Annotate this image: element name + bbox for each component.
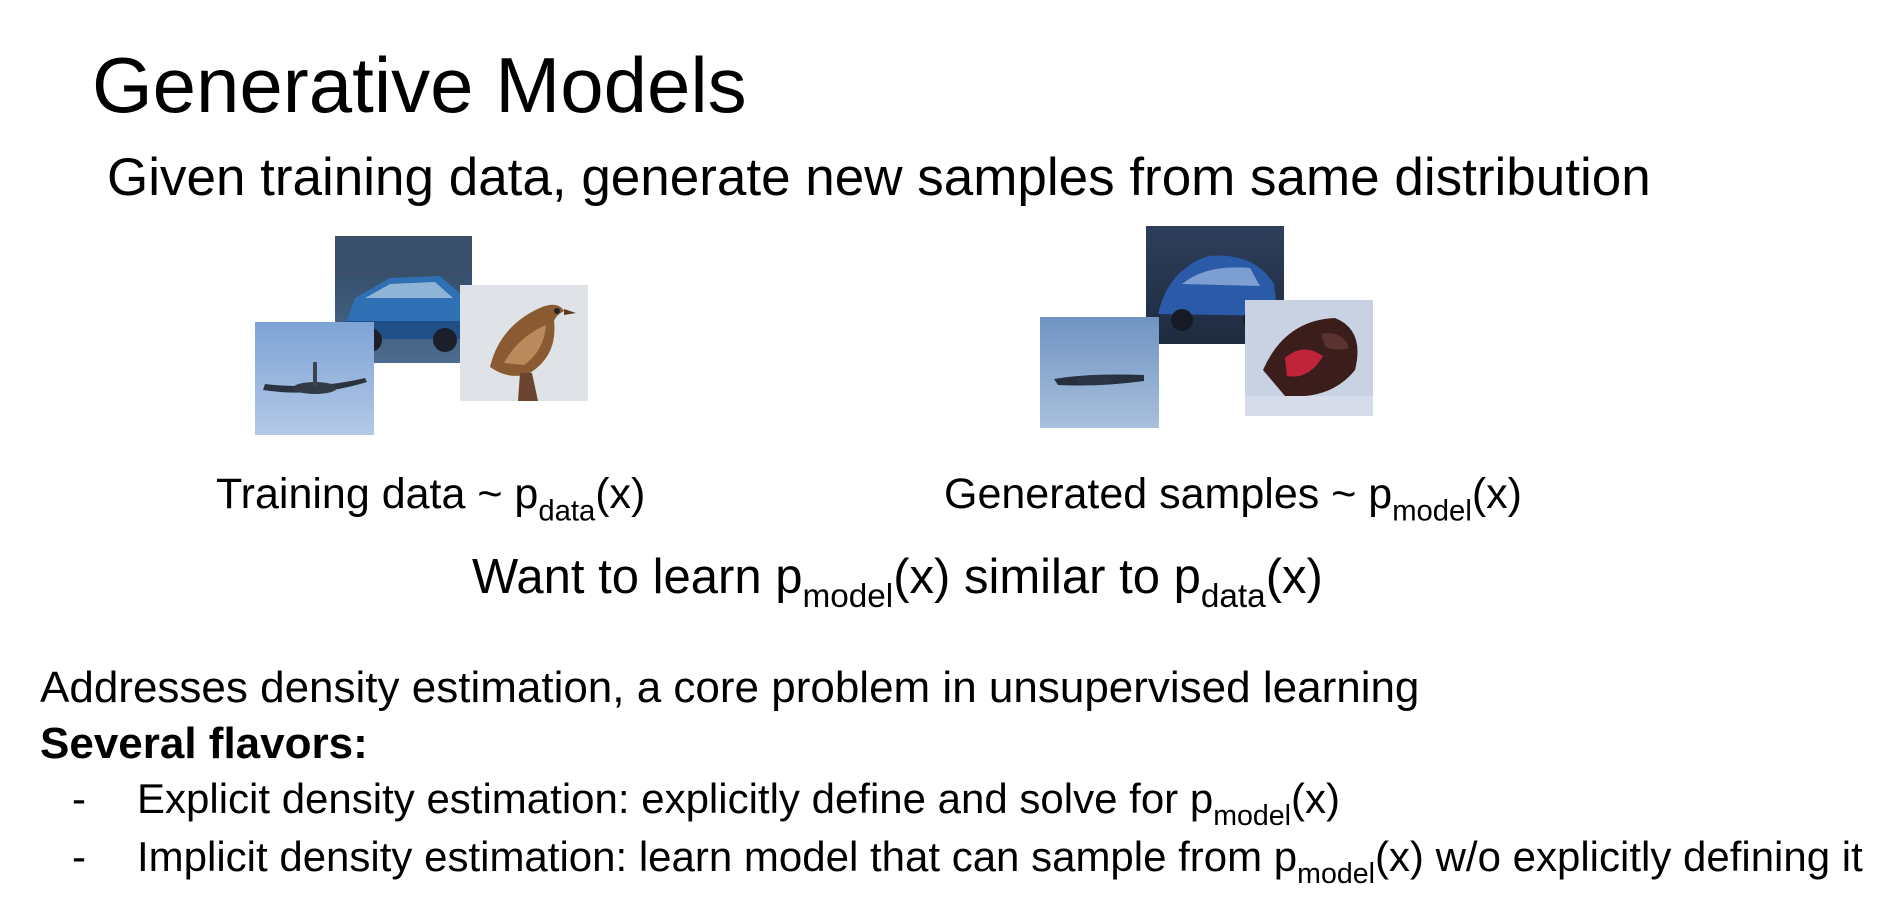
bullet-implicit-subscript: model xyxy=(1297,857,1375,890)
goal-part2: (x) similar to p xyxy=(893,550,1201,604)
training-data-caption: Training data ~ pdata(x) xyxy=(216,468,646,526)
generated-samples-caption: Generated samples ~ pmodel(x) xyxy=(944,468,1522,526)
goal-statement: Want to learn pmodel(x) similar to pdata… xyxy=(472,548,1323,613)
bullet-implicit-prefix: Implicit density estimation: learn model… xyxy=(137,833,1298,880)
density-estimation-line: Addresses density estimation, a core pro… xyxy=(40,663,1420,712)
generated-airplane-image xyxy=(1040,317,1159,428)
training-caption-prefix: Training data ~ p xyxy=(216,470,539,518)
goal-part1: Want to learn p xyxy=(472,550,803,604)
generated-caption-prefix: Generated samples ~ p xyxy=(944,470,1393,518)
slide-subtitle: Given training data, generate new sample… xyxy=(107,148,1651,207)
bullet-explicit-prefix: Explicit density estimation: explicitly … xyxy=(137,775,1214,822)
goal-sub2: data xyxy=(1200,577,1266,615)
bullet-implicit-text: Implicit density estimation: learn model… xyxy=(137,831,1863,888)
slide: Generative Models Given training data, g… xyxy=(0,0,1892,904)
bullet-explicit-subscript: model xyxy=(1213,799,1291,832)
flavors-heading: Several flavors: xyxy=(40,719,368,768)
training-bird-image xyxy=(460,285,588,401)
generated-bird-image xyxy=(1245,300,1373,416)
bullet-implicit-suffix: (x) w/o explicitly defining it xyxy=(1374,833,1863,880)
bullet-explicit-text: Explicit density estimation: explicitly … xyxy=(137,773,1340,830)
slide-title: Generative Models xyxy=(92,41,747,129)
training-caption-subscript: data xyxy=(538,495,596,528)
goal-part3: (x) xyxy=(1265,550,1323,604)
training-caption-suffix: (x) xyxy=(595,470,646,518)
bullet-dash: - xyxy=(72,775,86,822)
generated-caption-subscript: model xyxy=(1392,495,1472,528)
goal-sub1: model xyxy=(802,577,894,615)
training-airplane-image xyxy=(255,322,374,435)
generated-caption-suffix: (x) xyxy=(1471,470,1522,518)
bullet-dash: - xyxy=(72,833,86,880)
bullet-explicit-suffix: (x) xyxy=(1290,775,1340,822)
